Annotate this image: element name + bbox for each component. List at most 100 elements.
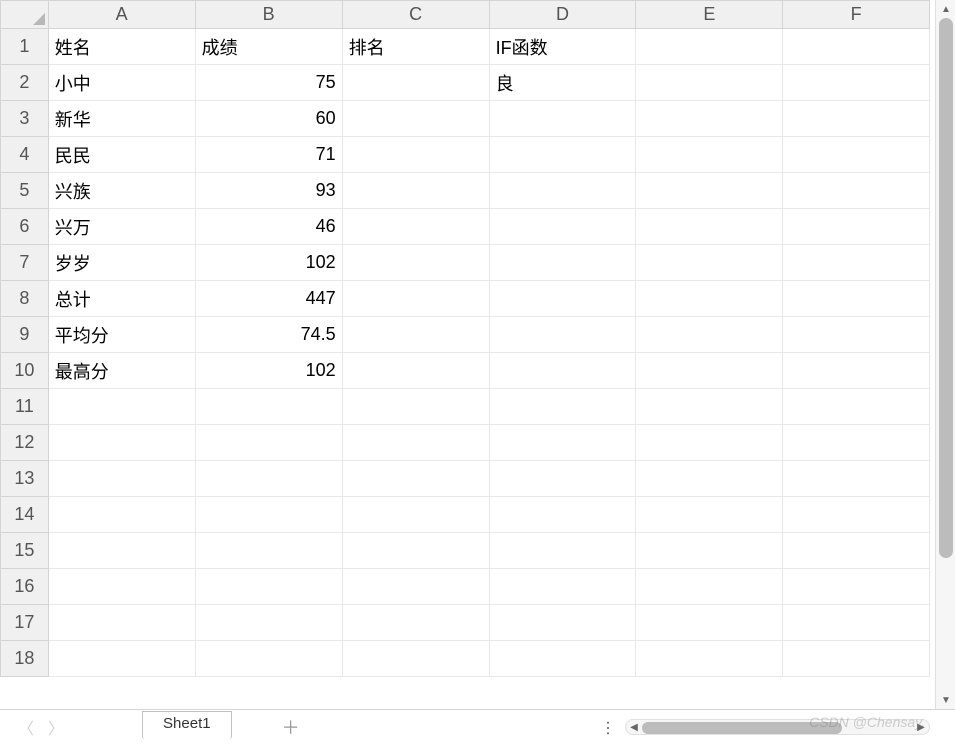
- cell-C13[interactable]: [342, 461, 489, 497]
- cell-C2[interactable]: [342, 65, 489, 101]
- row-header[interactable]: 12: [1, 425, 49, 461]
- row-header[interactable]: 15: [1, 533, 49, 569]
- cell-C11[interactable]: [342, 389, 489, 425]
- cell-F12[interactable]: [783, 425, 930, 461]
- cell-E15[interactable]: [636, 533, 783, 569]
- row-header[interactable]: 17: [1, 605, 49, 641]
- cell-E2[interactable]: [636, 65, 783, 101]
- cell-B17[interactable]: [195, 605, 342, 641]
- row-header[interactable]: 4: [1, 137, 49, 173]
- cell-A8[interactable]: 总计: [48, 281, 195, 317]
- cell-E7[interactable]: [636, 245, 783, 281]
- cell-B11[interactable]: [195, 389, 342, 425]
- row-header[interactable]: 8: [1, 281, 49, 317]
- cell-C16[interactable]: [342, 569, 489, 605]
- cell-A16[interactable]: [48, 569, 195, 605]
- cell-E4[interactable]: [636, 137, 783, 173]
- cell-B8[interactable]: 447: [195, 281, 342, 317]
- cell-A11[interactable]: [48, 389, 195, 425]
- cell-A18[interactable]: [48, 641, 195, 677]
- cell-D11[interactable]: [489, 389, 636, 425]
- cell-C3[interactable]: [342, 101, 489, 137]
- cell-A17[interactable]: [48, 605, 195, 641]
- cell-D13[interactable]: [489, 461, 636, 497]
- cell-D15[interactable]: [489, 533, 636, 569]
- cell-C7[interactable]: [342, 245, 489, 281]
- cell-F8[interactable]: [783, 281, 930, 317]
- cell-E3[interactable]: [636, 101, 783, 137]
- cell-F14[interactable]: [783, 497, 930, 533]
- row-header[interactable]: 16: [1, 569, 49, 605]
- vertical-scroll-thumb[interactable]: [939, 18, 953, 558]
- cell-F13[interactable]: [783, 461, 930, 497]
- col-header-C[interactable]: C: [342, 1, 489, 29]
- scroll-right-icon[interactable]: ▶: [913, 722, 929, 733]
- next-sheet-button[interactable]: 〉: [48, 715, 64, 739]
- cell-D6[interactable]: [489, 209, 636, 245]
- cell-E16[interactable]: [636, 569, 783, 605]
- cell-D14[interactable]: [489, 497, 636, 533]
- cell-E10[interactable]: [636, 353, 783, 389]
- horizontal-scroll-thumb[interactable]: [642, 722, 842, 734]
- row-header[interactable]: 2: [1, 65, 49, 101]
- cell-A4[interactable]: 民民: [48, 137, 195, 173]
- cell-C18[interactable]: [342, 641, 489, 677]
- row-header[interactable]: 3: [1, 101, 49, 137]
- cell-D1[interactable]: IF函数: [489, 29, 636, 65]
- cell-C4[interactable]: [342, 137, 489, 173]
- cell-D9[interactable]: [489, 317, 636, 353]
- cell-B15[interactable]: [195, 533, 342, 569]
- cell-B5[interactable]: 93: [195, 173, 342, 209]
- cell-B1[interactable]: 成绩: [195, 29, 342, 65]
- col-header-B[interactable]: B: [195, 1, 342, 29]
- cell-E18[interactable]: [636, 641, 783, 677]
- spreadsheet-grid[interactable]: A B C D E F 1姓名成绩排名IF函数2小中75良3新华604民民715…: [0, 0, 930, 709]
- row-header[interactable]: 10: [1, 353, 49, 389]
- cell-B3[interactable]: 60: [195, 101, 342, 137]
- cell-C12[interactable]: [342, 425, 489, 461]
- cell-F6[interactable]: [783, 209, 930, 245]
- cell-F15[interactable]: [783, 533, 930, 569]
- cell-C6[interactable]: [342, 209, 489, 245]
- row-header[interactable]: 5: [1, 173, 49, 209]
- cell-B16[interactable]: [195, 569, 342, 605]
- cell-D5[interactable]: [489, 173, 636, 209]
- horizontal-scrollbar[interactable]: ◀ ▶: [625, 719, 930, 735]
- cell-B4[interactable]: 71: [195, 137, 342, 173]
- cell-E8[interactable]: [636, 281, 783, 317]
- sheet-tab-active[interactable]: Sheet1: [142, 711, 232, 739]
- cell-A13[interactable]: [48, 461, 195, 497]
- cell-F2[interactable]: [783, 65, 930, 101]
- cell-E17[interactable]: [636, 605, 783, 641]
- scroll-up-icon[interactable]: ▲: [936, 0, 955, 18]
- prev-sheet-button[interactable]: 〈: [18, 715, 34, 739]
- cell-B13[interactable]: [195, 461, 342, 497]
- cell-B12[interactable]: [195, 425, 342, 461]
- col-header-F[interactable]: F: [783, 1, 930, 29]
- cell-C10[interactable]: [342, 353, 489, 389]
- col-header-E[interactable]: E: [636, 1, 783, 29]
- cell-F3[interactable]: [783, 101, 930, 137]
- cell-A3[interactable]: 新华: [48, 101, 195, 137]
- cell-F11[interactable]: [783, 389, 930, 425]
- cell-A12[interactable]: [48, 425, 195, 461]
- cell-B18[interactable]: [195, 641, 342, 677]
- cell-B10[interactable]: 102: [195, 353, 342, 389]
- cell-C15[interactable]: [342, 533, 489, 569]
- cell-D17[interactable]: [489, 605, 636, 641]
- cell-F9[interactable]: [783, 317, 930, 353]
- cell-A14[interactable]: [48, 497, 195, 533]
- cell-E14[interactable]: [636, 497, 783, 533]
- cell-C17[interactable]: [342, 605, 489, 641]
- cell-A5[interactable]: 兴族: [48, 173, 195, 209]
- cell-F1[interactable]: [783, 29, 930, 65]
- cell-E11[interactable]: [636, 389, 783, 425]
- cell-E9[interactable]: [636, 317, 783, 353]
- cell-E5[interactable]: [636, 173, 783, 209]
- cell-F18[interactable]: [783, 641, 930, 677]
- cell-D8[interactable]: [489, 281, 636, 317]
- col-header-A[interactable]: A: [48, 1, 195, 29]
- cell-D7[interactable]: [489, 245, 636, 281]
- cell-A1[interactable]: 姓名: [48, 29, 195, 65]
- add-sheet-button[interactable]: ＋: [282, 714, 300, 740]
